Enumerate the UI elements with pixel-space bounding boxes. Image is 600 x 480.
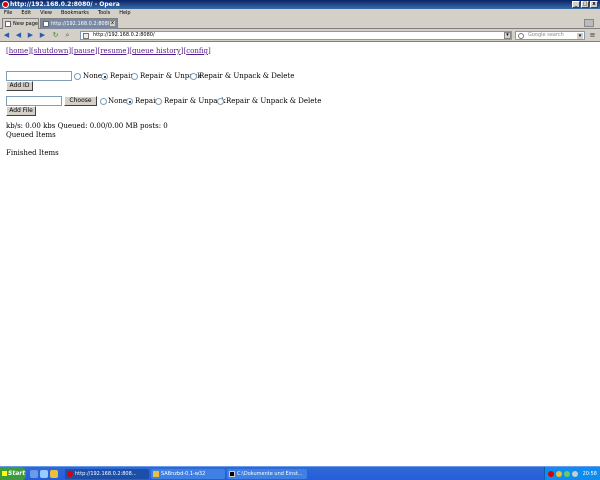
close-tab-icon[interactable]: x: [109, 20, 116, 27]
show-desktop-icon[interactable]: [30, 470, 38, 478]
fast-forward-icon[interactable]: ▶: [38, 31, 47, 40]
link-shutdown[interactable]: shutdown: [34, 47, 69, 55]
radio-repair-unpack-1[interactable]: [131, 73, 138, 80]
window-title: http://192.168.0.2:8080/ - Opera: [10, 1, 120, 8]
page-content: [home][shutdown][pause][resume][queue hi…: [0, 42, 600, 466]
radio-none-1[interactable]: [74, 73, 81, 80]
link-config[interactable]: config: [186, 47, 208, 55]
folder-icon: [153, 471, 159, 477]
tray-network-icon[interactable]: [564, 471, 570, 477]
status-line: kb/s: 0.00 kbs Queued: 0.00/0.00 MB post…: [6, 122, 168, 130]
page-icon: [83, 33, 89, 39]
console-icon: [229, 471, 235, 477]
tray-security-icon[interactable]: [556, 471, 562, 477]
add-file-button[interactable]: Add File: [6, 106, 36, 116]
start-label: Start: [8, 470, 26, 477]
search-placeholder: Google search: [528, 32, 564, 38]
tab-label: http://192.168.0.2:8080/: [51, 21, 113, 27]
radio-repair-unpack-delete-2[interactable]: [217, 98, 224, 105]
radio-none-2[interactable]: [100, 98, 107, 105]
menu-bar: File Edit View Bookmarks Tools Help: [0, 9, 600, 17]
link-pause[interactable]: pause: [74, 47, 95, 55]
minimize-button[interactable]: _: [572, 1, 580, 8]
forward-icon[interactable]: ▶: [26, 31, 35, 40]
menu-tools[interactable]: Tools: [98, 10, 110, 16]
search-dropdown-icon[interactable]: ▾: [577, 33, 583, 39]
zoom-icon[interactable]: ⌕: [63, 31, 72, 40]
radio-repair-unpack-delete-1[interactable]: [190, 73, 197, 80]
rewind-icon[interactable]: ◀: [14, 31, 23, 40]
add-id-button[interactable]: Add ID: [6, 81, 33, 91]
finished-items-heading: Finished Items: [6, 149, 59, 157]
menu-file[interactable]: File: [4, 10, 12, 16]
tab-new-page[interactable]: New page: [2, 18, 39, 29]
queued-items-heading: Queued Items: [6, 131, 56, 139]
window-title-bar: http://192.168.0.2:8080/ - Opera _ □ x: [0, 0, 600, 9]
reload-icon[interactable]: ↻: [51, 31, 60, 40]
opera-icon: [2, 1, 9, 8]
navigation-bar: ◀ ◀ ▶ ▶ ↻ ⌕ http://192.168.0.2:8080/ ▾ G…: [0, 29, 600, 42]
maximize-button[interactable]: □: [581, 1, 589, 8]
tab-active[interactable]: http://192.168.0.2:8080/ x: [40, 18, 118, 29]
trash-icon[interactable]: [584, 19, 594, 27]
menu-help[interactable]: Help: [119, 10, 130, 16]
menu-icon[interactable]: ≡: [588, 31, 597, 40]
task-cmd[interactable]: C:\Dokumente und Einst...: [227, 469, 307, 479]
clock: 20:58: [582, 471, 597, 477]
address-text: http://192.168.0.2:8080/: [93, 32, 155, 38]
tab-label: New page: [13, 21, 38, 27]
search-input[interactable]: Google search ▾: [515, 31, 585, 40]
start-button[interactable]: Start: [0, 467, 26, 480]
menu-edit[interactable]: Edit: [21, 10, 31, 16]
task-sabnzbd-folder[interactable]: SABnzbd-0.1-w32: [151, 469, 225, 479]
choose-file-button[interactable]: Choose: [64, 96, 97, 106]
browser-icon[interactable]: [40, 470, 48, 478]
radio-repair-unpack-2[interactable]: [155, 98, 162, 105]
task-label: http://192.168.0.2:808...: [75, 471, 137, 477]
link-resume[interactable]: resume: [100, 47, 126, 55]
address-dropdown-icon[interactable]: ▾: [504, 32, 511, 39]
link-queue-history[interactable]: queue history: [132, 47, 181, 55]
menu-view[interactable]: View: [40, 10, 52, 16]
tab-bar: New page http://192.168.0.2:8080/ x: [0, 17, 600, 29]
nav-links: [home][shutdown][pause][resume][queue hi…: [6, 47, 211, 55]
close-window-button[interactable]: x: [590, 1, 598, 8]
radio-label: Repair & Unpack & Delete: [226, 97, 322, 105]
task-opera[interactable]: http://192.168.0.2:808...: [65, 469, 149, 479]
system-tray: 20:58: [544, 467, 600, 480]
tray-app-icon[interactable]: [548, 471, 554, 477]
task-label: C:\Dokumente und Einst...: [237, 471, 303, 477]
page-icon: [5, 21, 11, 27]
newzbin-id-input[interactable]: [6, 71, 72, 81]
link-home[interactable]: home: [9, 47, 29, 55]
opera-icon: [67, 471, 73, 477]
radio-label: None: [108, 97, 127, 105]
taskbar: Start http://192.168.0.2:808... SABnzbd-…: [0, 466, 600, 480]
radio-label: Repair & Unpack & Delete: [199, 72, 295, 80]
search-icon: [518, 33, 524, 39]
tray-volume-icon[interactable]: [572, 471, 578, 477]
page-icon: [43, 21, 49, 27]
bracket: ]: [207, 47, 211, 55]
radio-repair-1[interactable]: [101, 73, 108, 80]
back-icon[interactable]: ◀: [2, 31, 11, 40]
radio-label: None: [83, 72, 102, 80]
nzb-file-input[interactable]: [6, 96, 62, 106]
menu-bookmarks[interactable]: Bookmarks: [61, 10, 89, 16]
radio-repair-2[interactable]: [126, 98, 133, 105]
task-label: SABnzbd-0.1-w32: [161, 471, 206, 477]
address-bar[interactable]: http://192.168.0.2:8080/: [80, 31, 512, 40]
windows-logo-icon: [2, 471, 7, 476]
folder-icon[interactable]: [50, 470, 58, 478]
